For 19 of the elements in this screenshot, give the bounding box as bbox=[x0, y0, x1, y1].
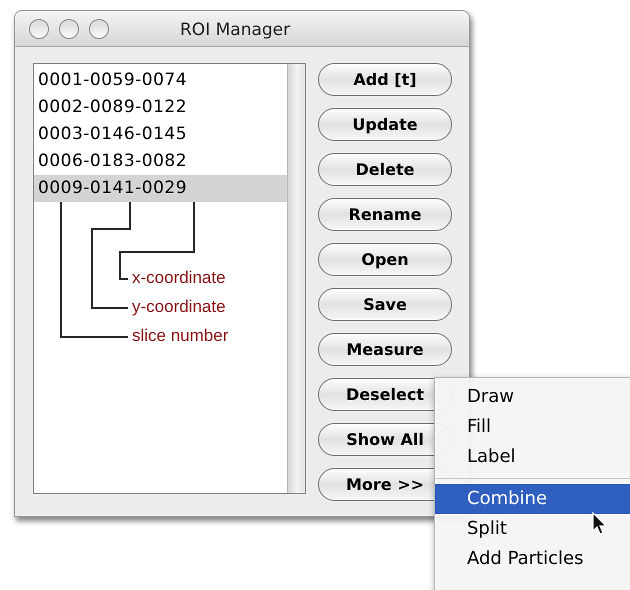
minimize-button[interactable] bbox=[59, 18, 79, 38]
annotation-label: x-coordinate bbox=[132, 267, 226, 289]
action-button[interactable]: Update bbox=[318, 108, 452, 141]
action-button[interactable]: Open bbox=[318, 243, 452, 276]
cursor-icon bbox=[592, 512, 608, 536]
action-button[interactable]: Add [t] bbox=[318, 63, 452, 96]
action-button[interactable]: Rename bbox=[318, 198, 452, 231]
action-button[interactable]: Measure bbox=[318, 333, 452, 366]
action-button[interactable]: Save bbox=[318, 288, 452, 321]
annotation-label: y-coordinate bbox=[132, 296, 226, 318]
menu-item[interactable]: Split bbox=[435, 514, 630, 544]
zoom-button[interactable] bbox=[89, 18, 109, 38]
close-button[interactable] bbox=[29, 18, 49, 38]
window-title: ROI Manager bbox=[180, 19, 290, 42]
menu-item[interactable]: Add Particles bbox=[435, 544, 630, 574]
menu-item[interactable]: Combine bbox=[435, 484, 630, 514]
annotation-label: slice number bbox=[132, 325, 228, 347]
list-item[interactable]: 0009-0141-0029 bbox=[34, 175, 287, 202]
action-button[interactable]: Delete bbox=[318, 153, 452, 186]
